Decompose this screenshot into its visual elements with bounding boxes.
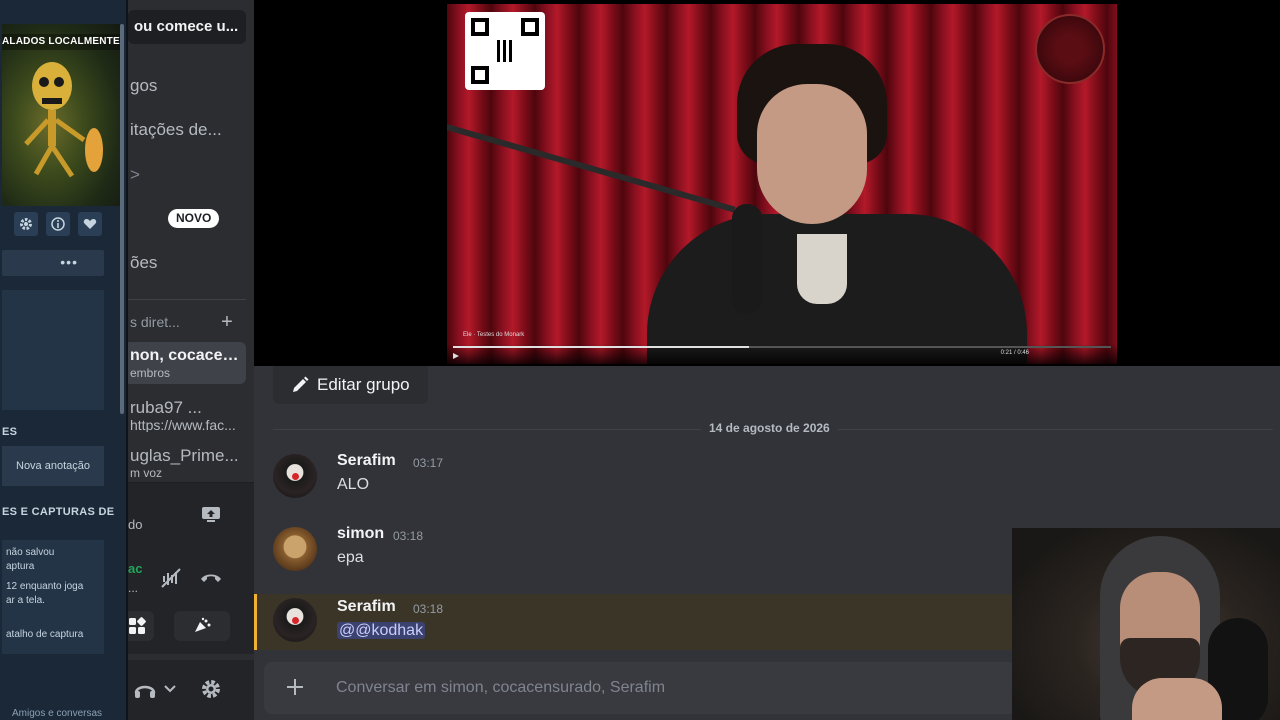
noise-suppression-button[interactable] bbox=[154, 563, 188, 593]
overlay-icon-row bbox=[14, 212, 102, 236]
dm-subtitle: m voz bbox=[130, 466, 163, 480]
settings-icon bbox=[20, 218, 32, 230]
voice-channel-name: ... bbox=[128, 581, 139, 595]
nav-message-requests[interactable]: itações de... bbox=[120, 113, 254, 147]
message-author[interactable]: Serafim bbox=[337, 598, 396, 616]
dm-subtitle: https://www.fac... bbox=[130, 418, 236, 432]
new-note-button[interactable]: Nova anotação bbox=[2, 446, 104, 486]
voice-connected-label: ac bbox=[128, 561, 143, 576]
attach-button[interactable] bbox=[282, 674, 308, 700]
find-conversation-button[interactable]: ou comece u... bbox=[128, 10, 246, 44]
create-dm-button[interactable]: + bbox=[218, 312, 236, 332]
app-root: ou comece u... gos itações de... > NOVO … bbox=[0, 0, 1280, 720]
video-player-controls[interactable]: Ele · Testes do Monark 0:21 / 0:46 bbox=[447, 332, 1117, 364]
more-options-icon[interactable]: ••• bbox=[60, 254, 78, 270]
video-frame: Ele · Testes do Monark 0:21 / 0:46 bbox=[447, 4, 1117, 364]
play-icon[interactable] bbox=[453, 353, 459, 359]
edit-group-label: Editar grupo bbox=[317, 375, 410, 394]
overlay-options-row[interactable]: ••• bbox=[2, 250, 104, 276]
dm-item-user-2[interactable]: uglas_Prime... m voz bbox=[124, 442, 246, 484]
soundboard-icon bbox=[195, 617, 211, 632]
message-content: ALO bbox=[337, 476, 370, 493]
dm-name: uglas_Prime... bbox=[130, 446, 239, 465]
gear-icon bbox=[202, 680, 220, 698]
message-author[interactable]: simon bbox=[337, 525, 384, 543]
new-badge: NOVO bbox=[168, 209, 220, 228]
message-content: @@kodhak bbox=[337, 622, 426, 640]
disconnect-button[interactable] bbox=[194, 563, 228, 593]
date-separator: 14 de agosto de 2026 bbox=[701, 421, 838, 435]
dm-item-group[interactable]: non, cocacen... embros bbox=[124, 342, 246, 384]
audio-options-button[interactable] bbox=[160, 674, 180, 704]
stream-video-area[interactable]: Ele · Testes do Monark 0:21 / 0:46 bbox=[254, 0, 1280, 366]
message-timestamp: 03:18 bbox=[393, 529, 424, 543]
channel-sidebar: ou comece u... gos itações de... > NOVO … bbox=[120, 0, 254, 720]
activities-icon bbox=[129, 617, 146, 634]
microphone bbox=[732, 204, 762, 314]
screenshots-heading: ES E CAPTURAS DE bbox=[2, 506, 115, 518]
capture-text-line: não salvou bbox=[6, 547, 55, 558]
sidebar-divider bbox=[128, 299, 246, 300]
soundboard-button[interactable] bbox=[174, 611, 230, 641]
avatar[interactable] bbox=[273, 454, 317, 498]
game-library-label: ALADOS LOCALMENTE bbox=[2, 36, 120, 47]
channel-logo-icon bbox=[1035, 14, 1105, 84]
deafen-button[interactable] bbox=[128, 674, 162, 704]
capture-text-line: ar a tela. bbox=[6, 595, 45, 606]
video-progress-bar[interactable] bbox=[453, 346, 1111, 348]
chevron-down-icon bbox=[164, 685, 176, 693]
screen-share-button[interactable] bbox=[194, 499, 228, 529]
dm-item-user-1[interactable]: ruba97 ... https://www.fac... bbox=[124, 394, 246, 436]
message-author[interactable]: Serafim bbox=[337, 452, 396, 470]
voice-status-text: do bbox=[128, 517, 143, 532]
nav-shop[interactable]: ões bbox=[120, 246, 254, 280]
info-icon bbox=[51, 217, 65, 231]
plus-icon bbox=[287, 679, 303, 695]
dm-name: non, cocacen... bbox=[130, 347, 240, 364]
user-mention[interactable]: @@kodhak bbox=[337, 622, 426, 639]
headphones-icon bbox=[134, 685, 156, 698]
overlay-favorite-button[interactable] bbox=[78, 212, 102, 236]
friends-chat-label[interactable]: Amigos e conversas bbox=[12, 708, 102, 719]
user-panel bbox=[120, 660, 254, 720]
edit-group-button[interactable]: Editar grupo bbox=[273, 366, 428, 404]
mute-icon bbox=[161, 568, 181, 588]
game-overlay-panel: ALADOS LOCALMENTE ••• ES Nova anotação E… bbox=[0, 0, 128, 720]
video-time: 0:21 / 0:46 bbox=[1000, 350, 1029, 356]
avatar[interactable] bbox=[273, 527, 317, 571]
message[interactable]: Serafim 03:17 ALO bbox=[254, 452, 1280, 508]
overlay-scrollbar[interactable] bbox=[120, 24, 124, 414]
avatar[interactable] bbox=[273, 598, 317, 642]
capture-info-box: não salvou aptura 12 enquanto joga ar a … bbox=[2, 540, 104, 654]
overlay-info-button[interactable] bbox=[46, 212, 70, 236]
heart-icon bbox=[83, 219, 97, 229]
pencil-icon bbox=[293, 376, 309, 392]
game-artwork bbox=[2, 24, 120, 206]
streamer-webcam bbox=[1012, 528, 1280, 720]
video-progress-fill bbox=[453, 346, 750, 348]
message-timestamp: 03:18 bbox=[413, 602, 444, 616]
capture-text-line: 12 enquanto joga bbox=[6, 581, 84, 592]
video-person bbox=[617, 44, 1057, 364]
direct-messages-header: s diret... bbox=[130, 314, 180, 330]
message-content: epa bbox=[337, 549, 364, 566]
notes-heading: ES bbox=[2, 426, 18, 438]
capture-shortcut-link[interactable]: atalho de captura bbox=[6, 628, 100, 642]
voice-connection-panel: do ac ... bbox=[120, 482, 254, 654]
capture-text-line: aptura bbox=[6, 561, 35, 572]
nav-nitro[interactable]: > bbox=[120, 158, 254, 192]
hang-up-icon bbox=[201, 574, 221, 582]
overlay-content-box bbox=[2, 290, 104, 410]
screen-share-icon bbox=[202, 507, 220, 522]
overlay-settings-button[interactable] bbox=[14, 212, 38, 236]
user-settings-button[interactable] bbox=[194, 674, 228, 704]
qr-code-icon bbox=[465, 12, 545, 90]
video-title: Ele · Testes do Monark bbox=[463, 332, 525, 338]
skeleton-artwork-icon bbox=[24, 62, 103, 178]
message-timestamp: 03:17 bbox=[413, 456, 444, 470]
nav-friends[interactable]: gos bbox=[120, 69, 254, 103]
dm-name: ruba97 ... bbox=[130, 398, 202, 417]
message-input[interactable] bbox=[336, 662, 1036, 714]
dm-subtitle: embros bbox=[130, 366, 171, 380]
